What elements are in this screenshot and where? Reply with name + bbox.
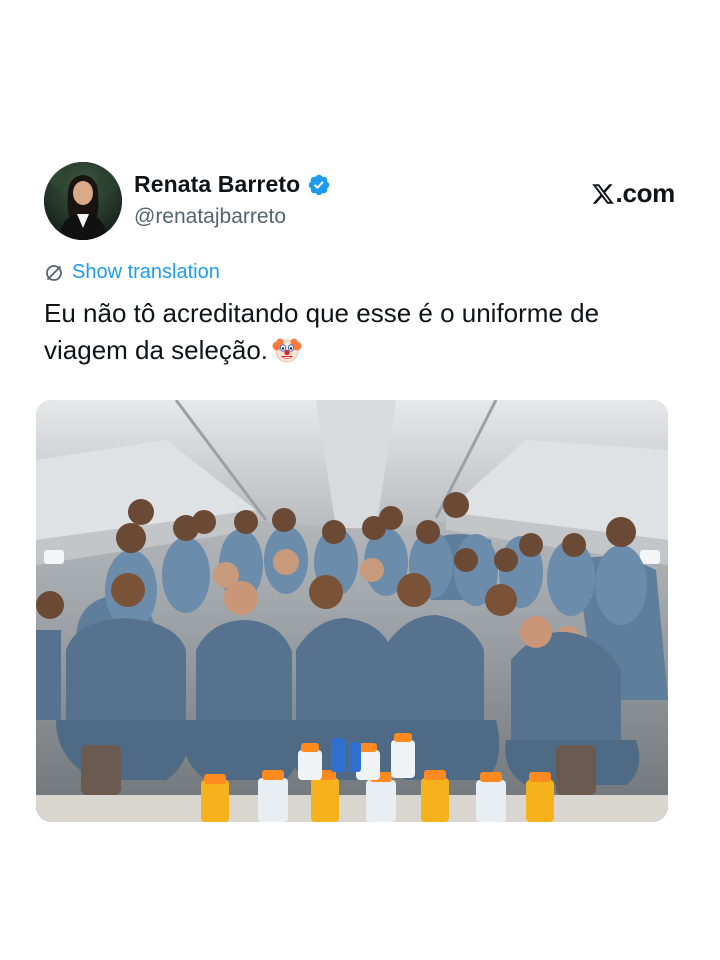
profile-photo (44, 162, 122, 240)
source-site-text: .com (615, 178, 676, 208)
tweet-photo[interactable] (36, 400, 668, 822)
author-name-row[interactable]: Renata Barreto (134, 171, 331, 198)
author-display-name[interactable]: Renata Barreto (134, 171, 300, 198)
verified-badge-icon (307, 173, 331, 197)
show-translation-link[interactable]: Show translation (44, 261, 220, 284)
tweet-text: Eu não tô acreditando que esse é o unifo… (44, 295, 684, 369)
x-logo-icon (591, 182, 615, 206)
translate-globe-icon (44, 263, 64, 283)
team-photo (36, 400, 668, 822)
clown-face-icon (272, 335, 302, 365)
show-translation-label[interactable]: Show translation (72, 261, 220, 284)
avatar[interactable] (44, 162, 122, 240)
tweet-card: Renata Barreto @renatajbarreto .com Show… (0, 0, 720, 960)
source-watermark: .com (591, 178, 675, 209)
author-handle[interactable]: @renatajbarreto (134, 205, 286, 229)
tweet-body: Eu não tô acreditando que esse é o unifo… (44, 298, 600, 365)
